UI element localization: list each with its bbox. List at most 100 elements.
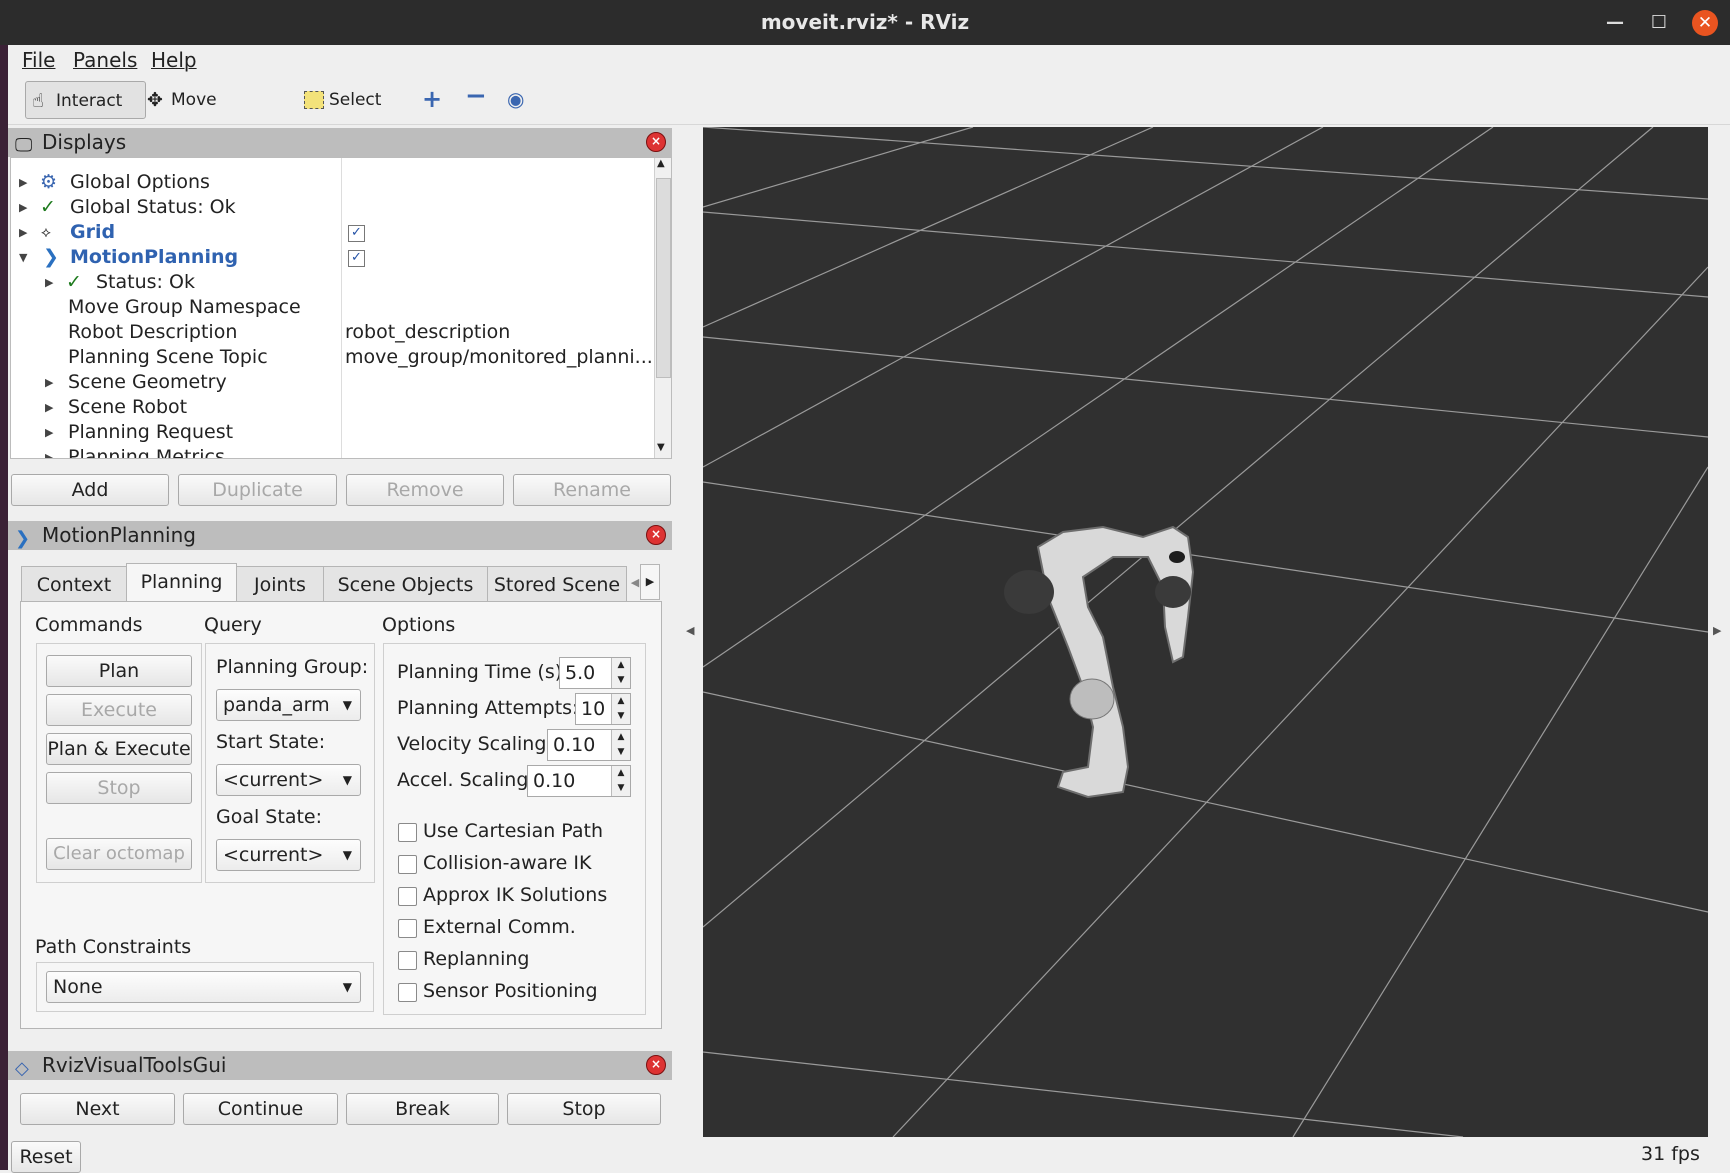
motion-planning-panel: ❯ MotionPlanning × — [8, 521, 672, 550]
expand-arrow-icon[interactable]: ▶ — [19, 195, 27, 220]
tree-item-grid[interactable]: ▶ ⟡ Grid ✓ — [11, 220, 371, 245]
select-label: Select — [329, 90, 382, 110]
tree-item-label: Scene Geometry — [68, 371, 227, 393]
expand-arrow-icon[interactable]: ▶ — [45, 445, 53, 458]
expand-arrow-icon[interactable]: ▶ — [45, 420, 53, 445]
plan-and-execute-button[interactable]: Plan & Execute — [46, 733, 192, 765]
motion-planning-icon: ❯ — [15, 528, 31, 549]
tab-scroll-right-icon[interactable]: ▶ — [640, 564, 660, 600]
window-title: moveit.rviz* - RViz — [760, 10, 970, 34]
reset-button[interactable]: Reset — [11, 1141, 81, 1173]
interact-tool-button[interactable]: ☝ Interact — [25, 81, 146, 119]
planning-attempts-spinbox[interactable]: 10 ▲ ▼ — [575, 693, 631, 725]
continue-button[interactable]: Continue — [183, 1093, 338, 1125]
eye-view-icon[interactable]: ◉ — [507, 87, 524, 111]
robot-arm-model[interactable] — [1004, 525, 1195, 799]
spin-arrows-icon[interactable]: ▲ ▼ — [611, 658, 630, 688]
chevron-down-icon: ▼ — [342, 980, 352, 994]
clear-octomap-button[interactable]: Clear octomap — [46, 838, 192, 870]
use-cartesian-path-label: Use Cartesian Path — [423, 820, 604, 842]
tab-stored-scenes[interactable]: Stored Scene — [487, 566, 627, 602]
collapse-left-icon[interactable]: ◀ — [686, 624, 694, 637]
tree-item-label: Grid — [70, 221, 116, 243]
maximize-icon[interactable]: ☐ — [1646, 10, 1672, 36]
tree-item-robot-description[interactable]: Robot Description — [68, 320, 237, 345]
add-tool-icon[interactable]: + — [422, 85, 442, 113]
velocity-scaling-spinbox[interactable]: 0.10 ▲ ▼ — [547, 729, 631, 761]
grid-render — [703, 127, 1708, 1137]
expand-arrow-icon[interactable]: ▶ — [19, 220, 27, 245]
collapse-right-icon[interactable]: ▶ — [1713, 624, 1721, 637]
external-comm-label: External Comm. — [423, 916, 576, 938]
expand-arrow-icon[interactable]: ▶ — [45, 395, 53, 420]
collapse-arrow-icon[interactable]: ▼ — [19, 245, 27, 270]
close-panel-icon[interactable]: × — [646, 1055, 666, 1075]
scroll-down-icon[interactable]: ▼ — [657, 442, 665, 453]
close-icon[interactable]: ✕ — [1692, 10, 1718, 36]
rename-display-button[interactable]: Rename — [513, 474, 671, 506]
expand-arrow-icon[interactable]: ▶ — [45, 370, 53, 395]
plan-button[interactable]: Plan — [46, 655, 192, 687]
start-state-label: Start State: — [216, 731, 326, 753]
external-comm-checkbox[interactable] — [398, 919, 417, 938]
execute-button[interactable]: Execute — [46, 694, 192, 726]
add-display-button[interactable]: Add — [11, 474, 169, 506]
remove-display-button[interactable]: Remove — [346, 474, 504, 506]
scroll-up-icon[interactable]: ▲ — [657, 158, 665, 169]
planning-group-select[interactable]: panda_arm ▼ — [216, 689, 361, 721]
robot-description-value[interactable]: robot_description — [345, 320, 510, 345]
stop-button[interactable]: Stop — [46, 772, 192, 804]
tree-item-planning-scene-topic[interactable]: Planning Scene Topic — [68, 345, 268, 370]
spin-arrows-icon[interactable]: ▲ ▼ — [611, 766, 630, 796]
expand-arrow-icon[interactable]: ▶ — [19, 170, 27, 195]
approx-ik-solutions-checkbox[interactable] — [398, 887, 417, 906]
spin-arrows-icon[interactable]: ▲ ▼ — [611, 730, 630, 760]
menu-help[interactable]: Help — [151, 48, 197, 72]
planning-time-spinbox[interactable]: 5.0 ▲ ▼ — [559, 657, 631, 689]
checkmark-icon: ✓ — [40, 196, 56, 218]
tab-joints[interactable]: Joints — [236, 566, 324, 602]
motion-planning-title: MotionPlanning — [42, 523, 196, 547]
use-cartesian-path-checkbox[interactable] — [398, 823, 417, 842]
close-panel-icon[interactable]: × — [646, 132, 666, 152]
collision-aware-ik-checkbox[interactable] — [398, 855, 417, 874]
motion-planning-icon: ❯ — [43, 246, 59, 268]
start-state-select[interactable]: <current> ▼ — [216, 764, 361, 796]
scrollbar-thumb[interactable] — [656, 178, 671, 378]
next-button[interactable]: Next — [20, 1093, 175, 1125]
expand-arrow-icon[interactable]: ▶ — [45, 270, 53, 295]
tab-context[interactable]: Context — [21, 566, 127, 602]
menu-panels[interactable]: Panels — [73, 48, 137, 72]
visual-tools-stop-button[interactable]: Stop — [507, 1093, 661, 1125]
minimize-icon[interactable]: — — [1602, 10, 1628, 36]
grid-enabled-checkbox[interactable]: ✓ — [348, 225, 365, 242]
tree-item-motion-planning[interactable]: ▼ ❯ MotionPlanning ✓ — [11, 245, 371, 270]
planning-time-value: 5.0 — [565, 662, 596, 684]
break-button[interactable]: Break — [346, 1093, 499, 1125]
3d-viewport[interactable] — [703, 127, 1708, 1137]
remove-tool-icon[interactable]: − — [465, 81, 487, 111]
spin-arrows-icon[interactable]: ▲ ▼ — [611, 694, 630, 724]
tab-planning[interactable]: Planning — [126, 563, 237, 603]
accel-scaling-spinbox[interactable]: 0.10 ▲ ▼ — [527, 765, 631, 797]
motion-planning-enabled-checkbox[interactable]: ✓ — [348, 250, 365, 267]
select-tool-button[interactable]: Select — [299, 81, 389, 119]
goal-state-select[interactable]: <current> ▼ — [216, 839, 361, 871]
tab-scene-objects[interactable]: Scene Objects — [323, 566, 488, 602]
sensor-positioning-checkbox[interactable] — [398, 983, 417, 1002]
column-divider — [341, 158, 342, 458]
diamond-icon: ◇ — [15, 1058, 29, 1079]
duplicate-display-button[interactable]: Duplicate — [178, 474, 337, 506]
move-camera-tool-button[interactable]: ✥Move Camera — [141, 81, 281, 148]
tree-item-move-group-namespace[interactable]: Move Group Namespace — [68, 295, 301, 320]
menu-bar: File Panels Help — [8, 45, 1730, 75]
path-constraints-select[interactable]: None ▼ — [46, 971, 361, 1003]
replanning-checkbox[interactable] — [398, 951, 417, 970]
displays-tree[interactable]: ▲ ▼ ▶ ⚙ Global Options ▶ ✓ Global Status… — [10, 157, 672, 459]
interact-label: Interact — [56, 91, 123, 111]
grid-icon: ⟡ — [41, 223, 51, 241]
menu-file[interactable]: File — [22, 48, 55, 72]
tree-scrollbar[interactable]: ▲ ▼ — [654, 158, 671, 458]
close-panel-icon[interactable]: × — [646, 525, 666, 545]
planning-scene-topic-value[interactable]: move_group/monitored_planni... — [345, 345, 653, 370]
